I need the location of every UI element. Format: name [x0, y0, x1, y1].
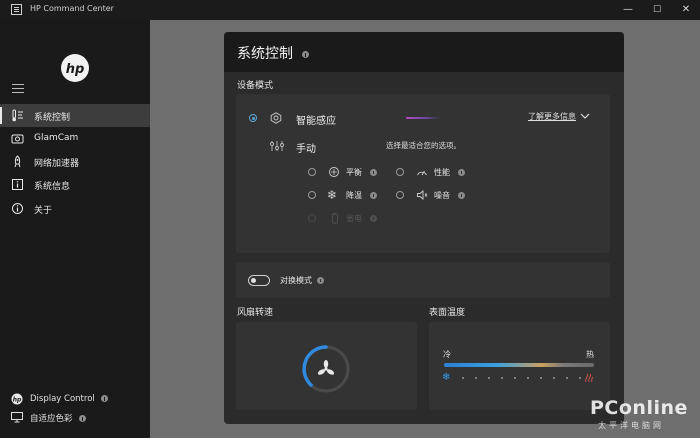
cool-info-icon[interactable] [370, 192, 377, 199]
fan-icon [317, 360, 335, 375]
balanced-radio[interactable] [308, 168, 316, 176]
app-icon [11, 4, 22, 15]
quiet-info-icon[interactable] [458, 192, 465, 199]
hp-logo-icon-text: hp [13, 397, 22, 404]
sidebar-item-label: 系统信息 [34, 182, 71, 192]
swap-mode-label: 对换模式 [280, 276, 312, 285]
cold-label: 冷 [443, 350, 451, 359]
sidebar-item-system-info[interactable]: 系统信息 [0, 173, 150, 196]
swap-mode-info-icon[interactable] [317, 277, 324, 284]
watermark-brand: PConline [590, 397, 688, 419]
swap-mode-row: 对换模式 [236, 262, 610, 298]
system-control-panel: 系统控制 设备模式 智能感应 了解更多信息 手动 选择最适合您的选项。 平衡 性… [224, 32, 624, 424]
camera-icon [11, 134, 24, 144]
power-saver-label: 省电 [346, 214, 362, 223]
cool-label: 降温 [346, 191, 362, 200]
manual-mode-hint: 选择最适合您的选项。 [386, 141, 461, 150]
hp-logo-text: hp [66, 62, 85, 77]
speaker-icon [417, 190, 428, 200]
rocket-icon [14, 155, 21, 168]
balance-icon [329, 167, 339, 177]
minimize-button[interactable]: — [614, 0, 642, 20]
sidebar-item-glamcam[interactable]: GlamCam [0, 127, 150, 150]
performance-label: 性能 [434, 168, 450, 177]
close-button[interactable]: ✕ [672, 0, 700, 20]
hot-label: 热 [586, 350, 594, 359]
sidebar-item-system-control[interactable]: 系统控制 [0, 104, 150, 127]
smart-sense-icon [270, 112, 282, 124]
manual-mode-label: 手动 [296, 144, 316, 155]
quiet-label: 噪音 [434, 191, 450, 200]
panel-header: 系统控制 [224, 32, 624, 72]
sidebar-item-about[interactable]: 关于 [0, 197, 150, 220]
device-mode-label: 设备模式 [237, 81, 274, 91]
monitor-icon [11, 412, 23, 423]
power-saver-info-icon [370, 215, 377, 222]
learn-more-link[interactable]: 了解更多信息 [528, 111, 576, 122]
swap-mode-toggle[interactable] [248, 275, 270, 286]
sidebar: hp 系统控制 GlamCam 网络加速器 系统信息 关于 hp Display… [0, 20, 150, 438]
smart-sense-radio[interactable] [249, 114, 257, 122]
info-icon[interactable] [79, 415, 87, 422]
smart-sense-label: 智能感应 [296, 116, 336, 127]
sidebar-display-control[interactable]: hp Display Control [0, 390, 150, 408]
cold-snowflake-icon: ❄ [442, 372, 451, 383]
display-control-label: Display Control [30, 394, 95, 404]
active-indicator [0, 107, 2, 124]
menu-hamburger-icon[interactable] [12, 84, 24, 94]
sidebar-item-label: 网络加速器 [34, 159, 80, 169]
balanced-label: 平衡 [346, 168, 362, 177]
maximize-button[interactable]: ☐ [643, 0, 671, 20]
speedometer-icon [417, 170, 427, 176]
performance-radio[interactable] [396, 168, 404, 176]
sidebar-item-label: GlamCam [34, 133, 79, 143]
page-title: 系统控制 [237, 46, 293, 62]
smart-sense-activity-bar [406, 117, 442, 119]
performance-info-icon[interactable] [458, 169, 465, 176]
info-square-icon [12, 179, 23, 190]
info-circle-icon [12, 203, 23, 214]
cool-radio[interactable] [308, 191, 316, 199]
battery-icon [332, 213, 338, 224]
fan-speed-gauge [302, 345, 350, 393]
heat-waves-icon [585, 373, 594, 383]
main-area: 系统控制 设备模式 智能感应 了解更多信息 手动 选择最适合您的选项。 平衡 性… [150, 20, 700, 438]
sidebar-item-label: 关于 [34, 206, 53, 216]
fan-speed-card [236, 322, 417, 410]
window-title: HP Command Center [30, 4, 114, 13]
fan-speed-label: 风扇转速 [237, 308, 274, 318]
thermometer-slider-icon [12, 109, 23, 122]
info-icon[interactable] [101, 395, 109, 402]
title-bar: HP Command Center — ☐ ✕ [0, 0, 700, 20]
sidebar-adaptive-color[interactable]: 自适应色彩 [0, 408, 150, 426]
power-saver-radio [308, 214, 316, 222]
sidebar-item-label: 系统控制 [34, 113, 71, 123]
surface-temp-label: 表面温度 [429, 308, 466, 318]
device-mode-box: 智能感应 了解更多信息 手动 选择最适合您的选项。 平衡 性能 ❄ 降温 噪音 … [236, 94, 610, 253]
title-info-icon[interactable] [302, 50, 310, 58]
watermark-sub: 太平洋电脑网 [598, 421, 664, 430]
manual-mode-icon [270, 141, 284, 151]
balanced-info-icon[interactable] [370, 169, 377, 176]
chevron-down-icon[interactable] [580, 112, 590, 120]
temperature-gradient-bar [444, 363, 594, 367]
quiet-radio[interactable] [396, 191, 404, 199]
hp-logo-icon: hp [11, 393, 23, 405]
surface-temp-card: 冷 热 ❄ [429, 322, 610, 410]
adaptive-color-label: 自适应色彩 [30, 414, 73, 424]
snowflake-icon: ❄ [327, 188, 338, 202]
hp-logo: hp [60, 53, 90, 83]
sidebar-item-network-booster[interactable]: 网络加速器 [0, 150, 150, 173]
